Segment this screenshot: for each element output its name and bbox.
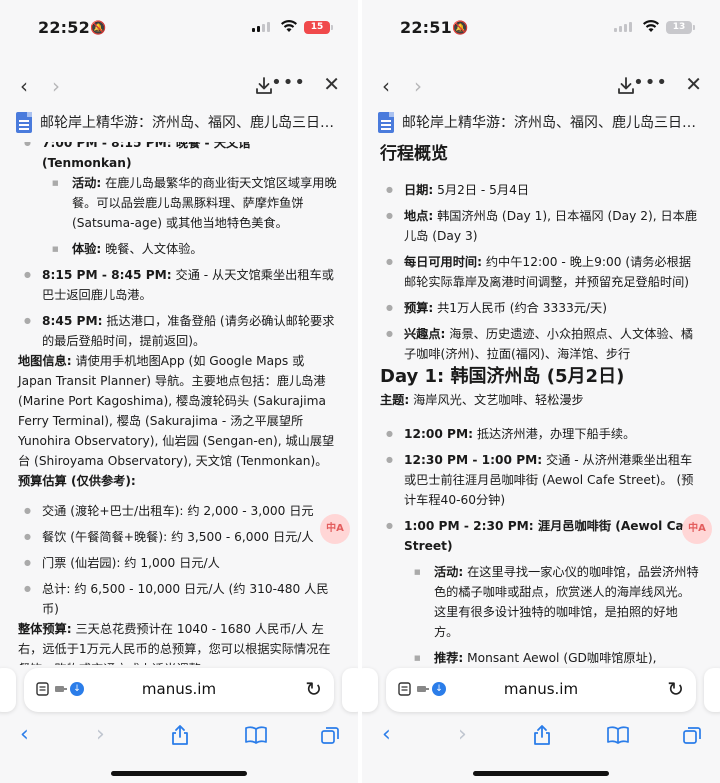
reload-icon[interactable]: ↻ xyxy=(305,677,322,701)
list-item: 1:00 PM - 2:30 PM: 涯月邑咖啡街 (Aewol Cafe St… xyxy=(380,516,702,556)
back-chevron-icon[interactable]: ‹ xyxy=(20,74,28,98)
budget-heading: 预算估算 (仅供参考): xyxy=(18,474,136,488)
list-item: 活动: 在鹿儿岛最繁华的商业街天文馆区域享用晚餐。可以品尝鹿儿岛黑豚料理、萨摩炸… xyxy=(18,173,340,233)
list-item: 体验: 晚餐、人文体验。 xyxy=(18,239,340,259)
day1-heading: Day 1: 韩国济州岛 (5月2日) xyxy=(380,366,625,387)
theme-paragraph: 主题: 海岸风光、文艺咖啡、轻松漫步 xyxy=(380,393,584,407)
wifi-icon xyxy=(643,20,659,32)
document-icon xyxy=(378,111,394,133)
adjacent-tab-peek[interactable] xyxy=(342,668,358,712)
battery-indicator: 13 xyxy=(666,21,695,34)
list-item: 兴趣点: 海景、历史遗迹、小众拍照点、人文体验、橘子咖啡(济州)、拉面(福冈)、… xyxy=(380,324,702,364)
silent-bell-icon: 🔕 xyxy=(452,21,469,36)
list-item: 交通 (渡轮+巴士/出租车): 约 2,000 - 3,000 日元 xyxy=(18,501,340,521)
list-item: 8:45 PM: 抵达港口，准备登船 (请务必确认邮轮要求的最后登船时间，提前返… xyxy=(18,311,340,351)
more-options-icon[interactable]: ••• xyxy=(271,72,306,93)
translate-button[interactable]: 中A xyxy=(320,514,350,544)
list-item: 地点: 韩国济州岛 (Day 1), 日本福冈 (Day 2), 日本鹿儿岛 (… xyxy=(380,206,702,246)
battery-indicator: 15 xyxy=(304,21,333,34)
more-options-icon[interactable]: ••• xyxy=(633,72,668,93)
list-item: 总计: 约 6,500 - 10,000 日元/人 (约 310-480 人民币… xyxy=(18,579,340,619)
left-screenshot: 22:52 🔕 15 ‹ › ••• ✕ 邮轮岸上精华游：济州岛、福冈、鹿儿岛三… xyxy=(0,0,358,783)
close-icon[interactable]: ✕ xyxy=(323,72,340,96)
document-title-row: 邮轮岸上精华游：济州岛、福冈、鹿儿岛三日行... xyxy=(378,108,708,136)
address-bar[interactable]: ↓ manus.im ↻ xyxy=(24,668,334,712)
browser-bottom-bar: ‹ › xyxy=(362,722,720,752)
overview-heading: 行程概览 xyxy=(380,144,448,164)
home-indicator xyxy=(473,771,609,776)
adjacent-tab-peek[interactable] xyxy=(0,668,16,712)
adjacent-tab-peek[interactable] xyxy=(362,668,378,712)
document-title-row: 邮轮岸上精华游：济州岛、福冈、鹿儿岛三日行... xyxy=(16,108,346,136)
home-indicator xyxy=(111,771,247,776)
right-screenshot: 22:51 🔕 13 ‹ › ••• ✕ 邮轮岸上精华游：济州岛、福冈、鹿儿岛三… xyxy=(362,0,720,783)
share-icon[interactable] xyxy=(532,724,552,746)
forward-chevron-icon[interactable]: › xyxy=(414,74,422,98)
list-item: 餐饮 (午餐简餐+晚餐): 约 3,500 - 6,000 日元/人 xyxy=(18,527,340,547)
url-text[interactable]: manus.im xyxy=(24,680,334,698)
reader-toolbar: ‹ › ••• ✕ xyxy=(0,70,358,104)
forward-chevron-icon[interactable]: › xyxy=(52,74,60,98)
share-icon[interactable] xyxy=(170,724,190,746)
bookmarks-icon[interactable] xyxy=(606,726,630,744)
schedule-list: 12:00 PM: 抵达济州港，办理下船手续。 12:30 PM - 1:00 … xyxy=(380,424,702,556)
list-item: 活动: 在这里寻找一家心仪的咖啡馆，品尝济州特色的橘子咖啡或甜点，欣赏迷人的海岸… xyxy=(380,562,702,642)
overview-list: 日期: 5月2日 - 5月4日 地点: 韩国济州岛 (Day 1), 日本福冈 … xyxy=(380,180,702,364)
wifi-icon xyxy=(281,20,297,32)
forward-icon[interactable]: › xyxy=(96,722,105,747)
url-text[interactable]: manus.im xyxy=(386,680,696,698)
list-item: 推荐: Monsant Aewol (GD咖啡馆原址), Bomnal Cafe… xyxy=(380,648,702,665)
status-time: 22:52 xyxy=(38,18,90,37)
forward-icon[interactable]: › xyxy=(458,722,467,747)
document-title: 邮轮岸上精华游：济州岛、福冈、鹿儿岛三日行... xyxy=(402,115,708,131)
list-item: 每日可用时间: 约中午12:00 - 晚上9:00 (请务必根据邮轮实际靠岸及离… xyxy=(380,252,702,292)
list-item: 预算: 共1万人民币 (约合 3333元/天) xyxy=(380,298,702,318)
list-item: 7:00 PM - 8:15 PM: 晚餐 - 天文馆 (Tenmonkan) xyxy=(18,142,340,173)
status-bar: 22:51 🔕 13 xyxy=(362,0,720,58)
adjacent-tab-peek[interactable] xyxy=(704,668,720,712)
list-item: 日期: 5月2日 - 5月4日 xyxy=(380,180,702,200)
status-time: 22:51 xyxy=(400,18,452,37)
document-content: 7:00 PM - 8:15 PM: 晚餐 - 天文馆 (Tenmonkan) … xyxy=(0,142,358,665)
bookmarks-icon[interactable] xyxy=(244,726,268,744)
list-item: 8:15 PM - 8:45 PM: 交通 - 从天文馆乘坐出租车或巴士返回鹿儿… xyxy=(18,265,340,305)
document-title: 邮轮岸上精华游：济州岛、福冈、鹿儿岛三日行... xyxy=(40,115,346,131)
reader-toolbar: ‹ › ••• ✕ xyxy=(362,70,720,104)
address-bar[interactable]: ↓ manus.im ↻ xyxy=(386,668,696,712)
list-item: 12:30 PM - 1:00 PM: 交通 - 从济州港乘坐出租车或巴士前往涯… xyxy=(380,450,702,510)
back-chevron-icon[interactable]: ‹ xyxy=(382,74,390,98)
overall-budget-paragraph: 整体预算: 三天总花费预计在 1040 - 1680 人民币/人 左右，远低于1… xyxy=(18,622,331,665)
close-icon[interactable]: ✕ xyxy=(685,72,702,96)
list-item: 12:00 PM: 抵达济州港，办理下船手续。 xyxy=(380,424,702,444)
status-bar: 22:52 🔕 15 xyxy=(0,0,358,58)
cellular-signal-icon xyxy=(252,22,270,32)
back-icon[interactable]: ‹ xyxy=(382,722,391,747)
tabs-icon[interactable] xyxy=(682,725,702,745)
translate-button[interactable]: 中A xyxy=(682,514,712,544)
document-content: 行程概览 日期: 5月2日 - 5月4日 地点: 韩国济州岛 (Day 1), … xyxy=(362,142,720,665)
budget-list: 交通 (渡轮+巴士/出租车): 约 2,000 - 3,000 日元 餐饮 (午… xyxy=(18,501,340,619)
cellular-signal-icon xyxy=(614,22,632,32)
map-info-paragraph: 地图信息: 请使用手机地图App (如 Google Maps 或 Japan … xyxy=(18,354,335,468)
reload-icon[interactable]: ↻ xyxy=(667,677,684,701)
list-item: 门票 (仙岩园): 约 1,000 日元/人 xyxy=(18,553,340,573)
tabs-icon[interactable] xyxy=(320,725,340,745)
silent-bell-icon: 🔕 xyxy=(90,21,107,36)
back-icon[interactable]: ‹ xyxy=(20,722,29,747)
browser-bottom-bar: ‹ › xyxy=(0,722,358,752)
document-icon xyxy=(16,111,32,133)
